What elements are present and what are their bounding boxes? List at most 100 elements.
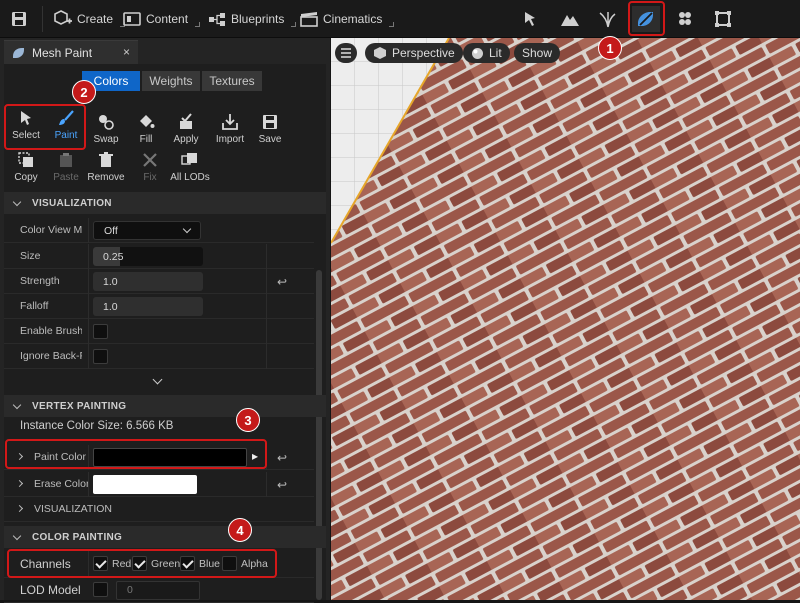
import-icon: [220, 112, 240, 132]
show-button[interactable]: Show: [514, 43, 561, 63]
callout-1-highlight: [628, 1, 665, 36]
brick-surface-image: [331, 38, 800, 600]
save-all-button[interactable]: [10, 6, 28, 32]
erase-color-label: Erase Color: [34, 478, 89, 490]
lit-label: Lit: [489, 46, 502, 60]
save-tool-button[interactable]: Save: [250, 112, 290, 145]
apply-tool-button[interactable]: Apply: [166, 112, 206, 145]
reset-arrow-icon[interactable]: ↩: [277, 478, 287, 492]
content-browser-icon: [123, 10, 141, 28]
falloff-slider[interactable]: 1.0: [93, 297, 203, 316]
landscape-mode-button[interactable]: [556, 6, 584, 32]
cinematics-label: Cinematics: [323, 12, 383, 26]
level-viewport[interactable]: Perspective Lit Show: [331, 38, 800, 600]
remove-tool-button[interactable]: Remove: [86, 150, 126, 183]
import-tool-button[interactable]: Import: [210, 112, 250, 145]
create-label: Create: [77, 12, 114, 26]
perspective-button[interactable]: Perspective: [365, 43, 463, 63]
reset-arrow-icon[interactable]: ↩: [277, 451, 287, 465]
tab-weights[interactable]: Weights: [142, 71, 200, 91]
copy-icon: [16, 150, 36, 170]
wrench-icon: [140, 150, 160, 170]
strength-row: Strength 1.0 ↩: [4, 269, 314, 294]
dropdown-caret-icon: [291, 21, 297, 27]
chevron-right-icon[interactable]: [15, 479, 24, 488]
blueprint-icon: [208, 10, 226, 28]
panel-title: Mesh Paint: [32, 45, 93, 60]
falloff-row: Falloff 1.0: [4, 294, 314, 319]
chevron-down-icon: [12, 400, 22, 409]
mesh-paint-tab-icon: [13, 47, 24, 58]
fill-tool-label: Fill: [139, 134, 153, 145]
modeling-icon: [715, 11, 731, 27]
paste-tool-button[interactable]: Paste: [46, 150, 86, 183]
color-view-mode-value: Off: [104, 224, 118, 237]
fill-tool-button[interactable]: Fill: [126, 112, 166, 145]
size-value: 0.25: [103, 250, 124, 263]
strength-label: Strength: [20, 275, 60, 287]
color-view-mode-select[interactable]: Off: [93, 221, 201, 240]
all-lods-tool-button[interactable]: All LODs: [170, 150, 210, 183]
close-tab-icon[interactable]: ×: [123, 45, 130, 59]
create-button[interactable]: Create: [54, 6, 126, 32]
content-button[interactable]: Content: [123, 6, 201, 32]
size-row: Size 0.25: [4, 244, 314, 269]
vertex-painting-header-label: VERTEX PAINTING: [32, 400, 127, 412]
vertex-painting-section-header[interactable]: VERTEX PAINTING: [4, 395, 326, 417]
reset-arrow-icon[interactable]: ↩: [277, 275, 287, 289]
falloff-label: Falloff: [20, 300, 49, 312]
import-tool-label: Import: [215, 134, 245, 145]
foliage-mode-button[interactable]: [594, 6, 622, 32]
color-painting-section-header[interactable]: COLOR PAINTING: [4, 526, 326, 548]
enable-brush-row: Enable Brush F: [4, 319, 314, 344]
viewport-menu-button[interactable]: [335, 43, 357, 63]
callout-badge-3: 3: [236, 408, 260, 432]
chevron-right-icon: [15, 504, 24, 513]
lod-model-checkbox[interactable]: [93, 582, 108, 597]
main-toolbar: Create Content Blueprints Cinematics: [0, 0, 800, 38]
fix-tool-button[interactable]: Fix: [130, 150, 170, 183]
floppy-icon: [10, 10, 28, 28]
color-view-mode-label: Color View Mo: [20, 224, 82, 236]
apply-icon: [176, 112, 196, 132]
tab-textures[interactable]: Textures: [202, 71, 262, 91]
swap-tool-button[interactable]: Swap: [86, 112, 126, 145]
color-view-mode-row: Color View Mo Off: [4, 218, 314, 243]
modeling-mode-button[interactable]: [709, 6, 737, 32]
lit-button[interactable]: Lit: [463, 43, 510, 63]
callout-4-highlight: [7, 549, 277, 578]
chevron-down-icon: [12, 197, 22, 206]
erase-color-swatch[interactable]: [93, 475, 197, 494]
select-mode-button[interactable]: [517, 6, 545, 32]
all-lods-icon: [180, 150, 200, 170]
callout-2-highlight: [4, 104, 86, 150]
visualization-section-header[interactable]: VISUALIZATION: [4, 192, 326, 214]
instance-color-size-text: Instance Color Size: 6.566 KB: [20, 420, 174, 432]
panel-scrollbar[interactable]: [316, 270, 322, 600]
swap-tool-label: Swap: [93, 134, 119, 145]
blueprints-button[interactable]: Blueprints: [208, 6, 297, 32]
size-slider[interactable]: 0.25: [93, 247, 203, 266]
fracture-mode-button[interactable]: [671, 6, 699, 32]
callout-3-highlight: [5, 439, 267, 469]
callout-badge-2: 2: [72, 80, 96, 104]
fix-tool-label: Fix: [143, 172, 157, 183]
falloff-value: 1.0: [103, 300, 118, 313]
cube-plus-icon: [54, 10, 72, 28]
strength-slider[interactable]: 1.0: [93, 272, 203, 291]
foliage-icon: [599, 12, 616, 28]
lit-sphere-icon: [472, 47, 483, 59]
ignore-back-faces-checkbox[interactable]: [93, 349, 108, 364]
size-label: Size: [20, 250, 41, 262]
enable-brush-checkbox[interactable]: [93, 324, 108, 339]
copy-tool-button[interactable]: Copy: [6, 150, 46, 183]
vertex-visualization-row[interactable]: VISUALIZATION: [4, 497, 314, 522]
clapperboard-icon: [300, 10, 318, 28]
swap-colors-icon: [96, 112, 116, 132]
fracture-icon: [679, 12, 691, 25]
mesh-paint-tab[interactable]: Mesh Paint ×: [4, 40, 138, 64]
mountain-icon: [561, 15, 579, 26]
select-mode-icon: [525, 12, 535, 26]
cinematics-button[interactable]: Cinematics: [300, 6, 395, 32]
lod-model-input[interactable]: 0: [116, 581, 200, 600]
